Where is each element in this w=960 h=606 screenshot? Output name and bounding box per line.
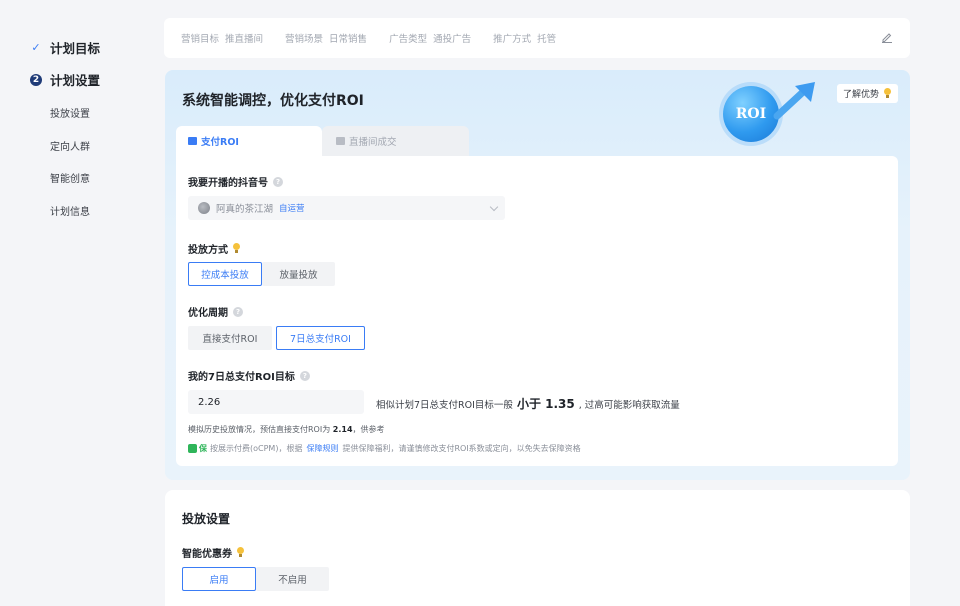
help-icon[interactable]: ? xyxy=(233,306,243,317)
tab-live-deal[interactable]: 直播间成交 xyxy=(322,126,469,156)
target-hint: 相似计划7日总支付ROI目标一般 小于 1.35 , 过高可能影响获取流量 xyxy=(376,397,680,411)
period-label: 优化周期? xyxy=(188,304,243,319)
step-plan-goal[interactable]: ✓ 计划目标 xyxy=(30,38,100,57)
sidebar-item-creative[interactable]: 智能创意 xyxy=(50,170,90,185)
tab-pay-roi[interactable]: 支付ROI xyxy=(176,126,322,156)
check-icon: ✓ xyxy=(31,41,41,54)
sidebar: ✓ 计划目标 2 计划设置 投放设置 定向人群 智能创意 计划信息 xyxy=(0,0,150,606)
sidebar-item-delivery[interactable]: 投放设置 xyxy=(50,105,90,120)
bag-icon xyxy=(336,137,345,145)
account-tag: 自运营 xyxy=(279,204,305,214)
account-label: 我要开播的抖音号? xyxy=(188,174,283,189)
volume-delivery-button[interactable]: 放量投放 xyxy=(262,262,335,286)
disable-button[interactable]: 不启用 xyxy=(256,567,329,591)
smart-coupon-label: 智能优惠券 xyxy=(182,545,245,560)
roi-estimate-text: 模拟历史投放情况，预估直接支付ROI为 2.14，供参考 xyxy=(188,425,385,434)
section-title: 投放设置 xyxy=(182,512,231,526)
direct-roi-button[interactable]: 直接支付ROI xyxy=(188,326,272,350)
growth-arrow-icon xyxy=(773,82,815,120)
card-title: 系统智能调控，优化支付ROI xyxy=(182,93,364,109)
smart-coupon-switch: 启用 不启用 xyxy=(182,567,329,591)
delivery-mode-label: 投放方式 xyxy=(188,241,241,256)
guarantee-rules-link[interactable]: 保障规则 xyxy=(306,443,338,454)
lightbulb-icon xyxy=(232,243,241,254)
sidebar-item-audience[interactable]: 定向人群 xyxy=(50,138,90,153)
step-number-icon: 2 xyxy=(30,73,42,86)
chevron-down-icon xyxy=(489,202,499,212)
help-icon[interactable]: ? xyxy=(273,176,283,187)
lightbulb-icon xyxy=(883,88,892,99)
step-label: 计划目标 xyxy=(50,41,101,56)
summary-item: 推广方式 托管 xyxy=(493,34,557,45)
douyin-account-select[interactable]: 阿真的茶江湖 自运营 xyxy=(188,196,505,220)
pencil-icon[interactable] xyxy=(881,31,893,43)
roi-target-input[interactable] xyxy=(188,390,364,414)
period-switch: 直接支付ROI 7日总支付ROI xyxy=(188,326,365,350)
learn-more-button[interactable]: 了解优势 xyxy=(836,84,898,103)
step-plan-settings[interactable]: 2 计划设置 xyxy=(30,70,100,89)
sidebar-item-plan-info[interactable]: 计划信息 xyxy=(50,203,90,218)
target-label: 我的7日总支付ROI目标? xyxy=(188,368,310,383)
summary-item: 营销目标 推直播间 xyxy=(181,34,264,45)
summary-item: 营销场景 日常销售 xyxy=(285,34,368,45)
shield-icon xyxy=(188,444,197,453)
seven-day-roi-button[interactable]: 7日总支付ROI xyxy=(276,326,365,350)
delivery-mode-switch: 控成本投放 放量投放 xyxy=(188,262,335,286)
summary-item: 广告类型 通投广告 xyxy=(389,34,472,45)
lightbulb-icon xyxy=(236,547,245,558)
delivery-settings-card: 投放设置 智能优惠券 启用 不启用 xyxy=(165,490,910,606)
roi-optimization-card: 系统智能调控，优化支付ROI 了解优势 ROI 支付ROI 直播间成交 我要开播… xyxy=(165,70,910,480)
enable-button[interactable]: 启用 xyxy=(182,567,256,591)
plan-summary-bar: 营销目标 推直播间 营销场景 日常销售 广告类型 通投广告 推广方式 托管 xyxy=(164,18,910,58)
avatar xyxy=(198,202,210,214)
roi-form-panel: 我要开播的抖音号? 阿真的茶江湖 自运营 投放方式 控成本投放 放量投放 优化周… xyxy=(176,156,898,466)
chart-icon xyxy=(188,137,197,145)
guarantee-note: 保 按展示付费(oCPM)，根据 保障规则 提供保障福利，请谨慎修改支付ROI系… xyxy=(188,443,581,454)
step-label: 计划设置 xyxy=(50,73,101,88)
roi-tabs: 支付ROI 直播间成交 xyxy=(176,126,471,156)
help-icon[interactable]: ? xyxy=(299,370,310,381)
cost-control-button[interactable]: 控成本投放 xyxy=(188,262,262,286)
roi-badge-illustration: ROI xyxy=(723,86,779,142)
